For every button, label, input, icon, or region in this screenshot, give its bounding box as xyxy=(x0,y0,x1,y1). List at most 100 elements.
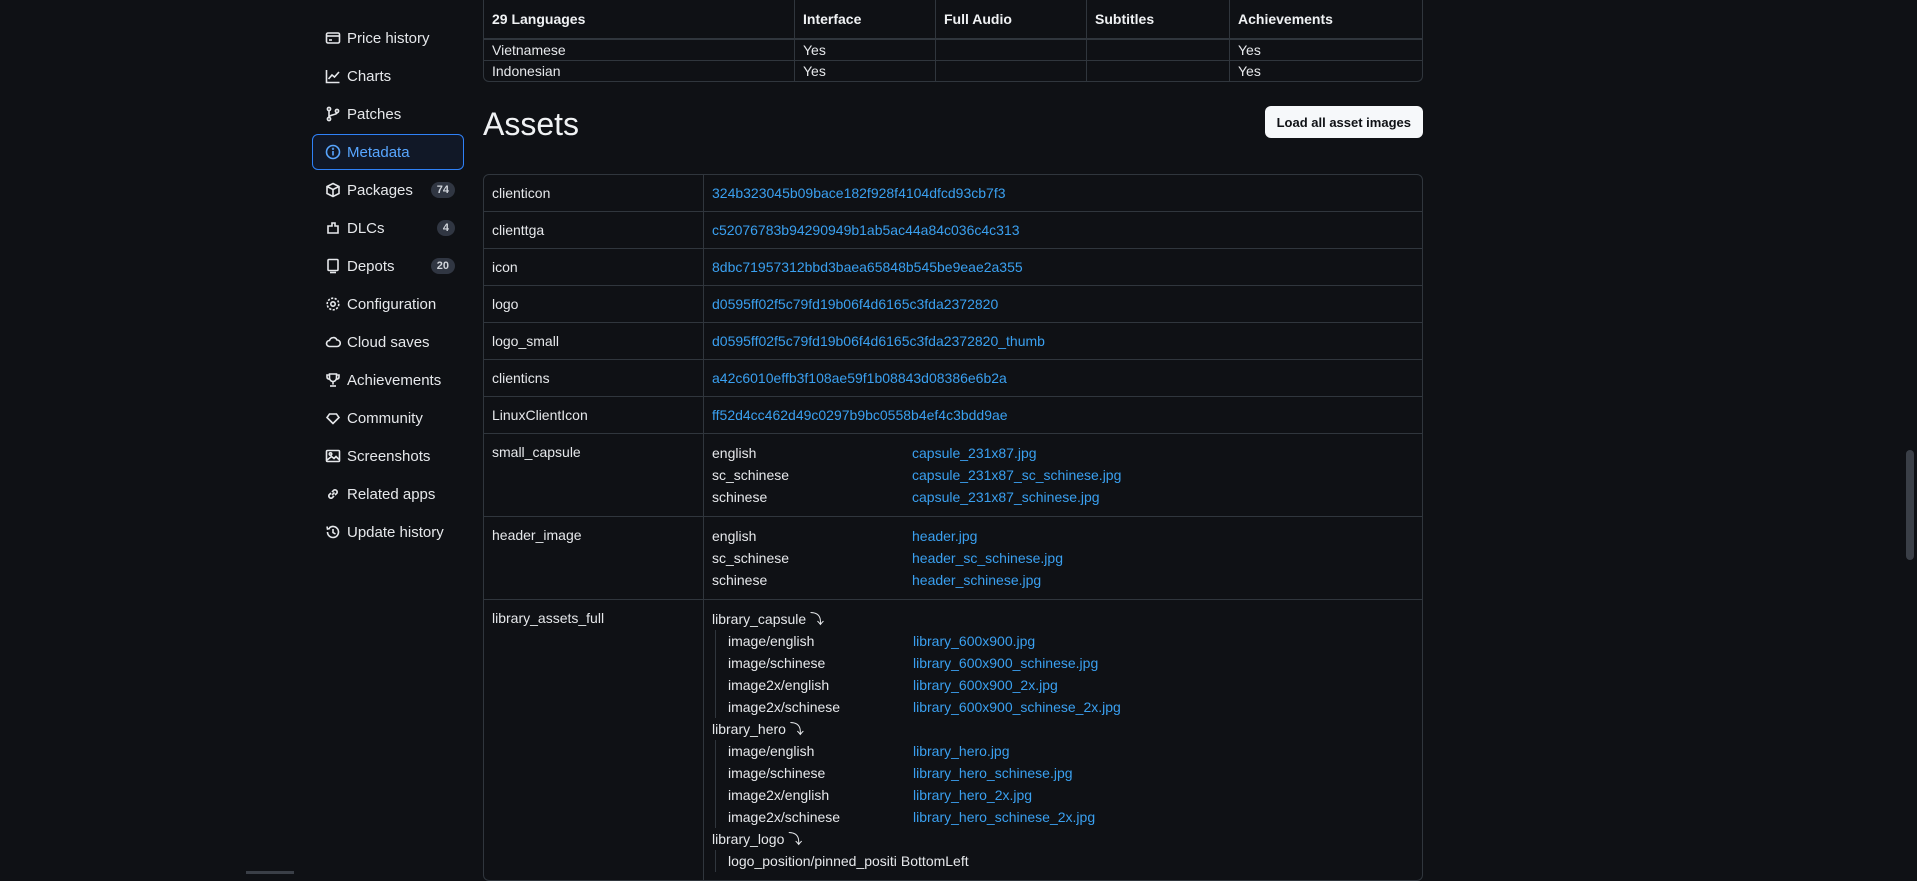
asset-subkey: image/schinese xyxy=(728,765,826,781)
sidebar-item-related-apps[interactable]: Related apps xyxy=(312,476,464,512)
sidebar-item-label: Configuration xyxy=(347,295,437,313)
asset-link[interactable]: a42c6010effb3f108ae59f1b08843d08386e6b2a xyxy=(712,370,1007,386)
asset-subitem: english header.jpg xyxy=(712,525,1414,547)
asset-link[interactable]: library_hero_2x.jpg xyxy=(913,785,1032,805)
table-cell xyxy=(1087,39,1230,60)
asset-subitem: english capsule_231x87.jpg xyxy=(712,442,1414,464)
asset-link[interactable]: 324b323045b09bace182f928f4104dfcd93cb7f3 xyxy=(712,185,1006,201)
asset-link[interactable]: d0595ff02f5c79fd19b06f4d6165c3fda2372820… xyxy=(712,333,1045,349)
asset-link[interactable]: library_600x900_2x.jpg xyxy=(913,675,1058,695)
asset-subitem: sc_schinese header_sc_schinese.jpg xyxy=(712,547,1414,569)
asset-link[interactable]: capsule_231x87_schinese.jpg xyxy=(912,487,1100,507)
asset-link[interactable]: 8dbc71957312bbd3baea65848b545be9eae2a355 xyxy=(712,259,1023,275)
table-row: Indonesian Yes Yes xyxy=(484,60,1422,81)
section-title: Assets xyxy=(483,106,580,142)
column-header: Achievements xyxy=(1230,0,1422,39)
column-header: Interface xyxy=(795,0,936,39)
table-cell xyxy=(936,39,1087,60)
sidebar-item-label: DLCs xyxy=(347,219,385,237)
trophy-icon xyxy=(325,372,341,388)
asset-subitem: image2x/english library_600x900_2x.jpg xyxy=(728,674,1414,696)
sidebar-item-charts[interactable]: Charts xyxy=(312,58,464,94)
asset-subitem: image2x/english library_hero_2x.jpg xyxy=(728,784,1414,806)
asset-link[interactable]: capsule_231x87.jpg xyxy=(912,443,1037,463)
asset-subkey: image2x/schinese xyxy=(728,699,841,715)
price-history-icon xyxy=(325,30,341,46)
asset-link[interactable]: capsule_231x87_sc_schinese.jpg xyxy=(912,465,1121,485)
sidebar-item-depots[interactable]: Depots 20 xyxy=(312,248,464,284)
asset-link[interactable]: header.jpg xyxy=(912,526,977,546)
sidebar-item-update-history[interactable]: Update history xyxy=(312,514,464,550)
asset-subkey: image2x/schinese xyxy=(728,809,841,825)
asset-subkey: image2x/english xyxy=(728,677,830,693)
table-cell: Indonesian xyxy=(484,60,795,81)
asset-link[interactable]: header_schinese.jpg xyxy=(912,570,1041,590)
vertical-scrollbar[interactable] xyxy=(1903,0,1917,874)
sidebar-item-cloud-saves[interactable]: Cloud saves xyxy=(312,324,464,360)
sidebar-item-label: Cloud saves xyxy=(347,333,430,351)
sidebar-item-price-history[interactable]: Price history xyxy=(312,20,464,56)
load-all-assets-button[interactable]: Load all asset images xyxy=(1264,106,1423,138)
table-cell: Yes xyxy=(795,39,936,60)
table-cell xyxy=(1087,60,1230,81)
table-cell: Yes xyxy=(1230,39,1422,60)
asset-link[interactable]: library_hero_schinese_2x.jpg xyxy=(913,807,1095,827)
asset-value: BottomLeft xyxy=(900,853,969,869)
asset-link[interactable]: library_600x900_schinese_2x.jpg xyxy=(913,697,1121,717)
languages-table: 29 Languages Interface Full Audio Subtit… xyxy=(483,0,1423,82)
sidebar-item-label: Packages xyxy=(347,181,413,199)
asset-subkey: english xyxy=(712,445,757,461)
link-icon xyxy=(325,486,341,502)
asset-subitem: image/english library_600x900.jpg xyxy=(728,630,1414,652)
sidebar-item-achievements[interactable]: Achievements xyxy=(312,362,464,398)
sidebar-item-community[interactable]: Community xyxy=(312,400,464,436)
count-badge: 74 xyxy=(430,182,455,198)
asset-key: icon xyxy=(484,248,704,285)
asset-subkey: image/schinese xyxy=(728,655,826,671)
sidebar-item-metadata[interactable]: Metadata xyxy=(312,134,464,170)
asset-link[interactable]: library_600x900.jpg xyxy=(913,631,1035,651)
asset-subitem: logo_position/pinned_positi BottomLeft xyxy=(728,850,1414,872)
chart-icon xyxy=(325,68,341,84)
asset-link[interactable]: library_600x900_schinese.jpg xyxy=(913,653,1098,673)
asset-group-title: library_capsule ⤵ xyxy=(712,611,825,627)
community-icon xyxy=(325,410,341,426)
info-icon xyxy=(325,144,341,160)
sidebar-item-packages[interactable]: Packages 74 xyxy=(312,172,464,208)
asset-link[interactable]: header_sc_schinese.jpg xyxy=(912,548,1063,568)
table-row: small_capsule english capsule_231x87.jpg … xyxy=(484,433,1422,516)
asset-group: logo_position/pinned_positi BottomLeft xyxy=(715,850,1414,872)
table-row: clienticns a42c6010effb3f108ae59f1b08843… xyxy=(484,359,1422,396)
sidebar-item-patches[interactable]: Patches xyxy=(312,96,464,132)
scrollbar-thumb[interactable] xyxy=(1906,450,1914,560)
column-header: Subtitles xyxy=(1087,0,1230,39)
sidebar-item-label: Achievements xyxy=(347,371,442,389)
sidebar-item-screenshots[interactable]: Screenshots xyxy=(312,438,464,474)
table-row: Vietnamese Yes Yes xyxy=(484,39,1422,60)
table-cell: Vietnamese xyxy=(484,39,795,60)
sidebar-item-label: Metadata xyxy=(347,143,410,161)
package-icon xyxy=(325,182,341,198)
asset-subkey: english xyxy=(712,528,757,544)
asset-link[interactable]: library_hero_schinese.jpg xyxy=(913,763,1073,783)
asset-link[interactable]: d0595ff02f5c79fd19b06f4d6165c3fda2372820 xyxy=(712,296,998,312)
asset-subkey: schinese xyxy=(712,489,768,505)
asset-link[interactable]: ff52d4cc462d49c0297b9bc0558b4ef4c3bdd9ae xyxy=(712,407,1008,423)
asset-key: library_assets_full xyxy=(484,599,704,880)
asset-link[interactable]: library_hero.jpg xyxy=(913,741,1010,761)
asset-group: image/english library_600x900.jpg image/s… xyxy=(715,630,1414,718)
asset-link[interactable]: c52076783b94290949b1ab5ac44a84c036c4c313 xyxy=(712,222,1020,238)
asset-subkey: schinese xyxy=(712,572,768,588)
sidebar-item-label: Screenshots xyxy=(347,447,431,465)
gear-icon xyxy=(325,296,341,312)
asset-subitem: schinese header_schinese.jpg xyxy=(712,569,1414,591)
table-row: library_assets_full library_capsule ⤵ im… xyxy=(484,599,1422,880)
asset-key: small_capsule xyxy=(484,433,704,516)
sidebar-item-configuration[interactable]: Configuration xyxy=(312,286,464,322)
sidebar-item-dlcs[interactable]: DLCs 4 xyxy=(312,210,464,246)
asset-group: image/english library_hero.jpg image/schi… xyxy=(715,740,1414,828)
asset-subitem: image2x/schinese library_hero_schinese_2x… xyxy=(728,806,1414,828)
asset-subkey: image2x/english xyxy=(728,787,830,803)
sidebar-item-label: Related apps xyxy=(347,485,436,503)
dlc-icon xyxy=(325,220,341,236)
